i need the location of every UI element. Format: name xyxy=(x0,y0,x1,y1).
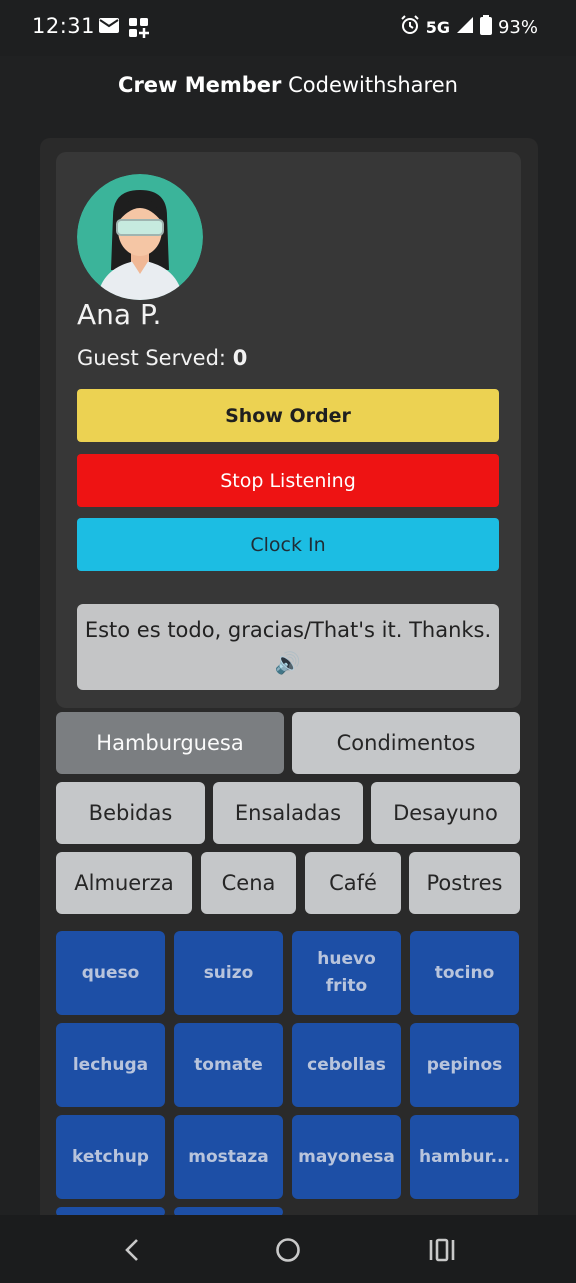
category-cafe[interactable]: Café xyxy=(305,852,401,914)
recents-icon[interactable] xyxy=(428,1237,456,1267)
item-mayonesa[interactable]: mayonesa xyxy=(292,1115,401,1199)
battery-icon xyxy=(479,15,492,40)
guest-served: Guest Served: 0 xyxy=(77,346,247,370)
system-nav-bar xyxy=(0,1215,576,1283)
guest-served-label: Guest Served: xyxy=(77,346,226,370)
phrase-button[interactable]: Esto es todo, gracias/That's it. Thanks.… xyxy=(77,604,499,690)
status-bar: 12:31 5G 93% xyxy=(0,0,576,56)
mail-icon xyxy=(98,17,120,43)
page-title-bold: Crew Member xyxy=(118,73,282,97)
page-title-rest: Codewithsharen xyxy=(288,73,458,97)
item-suizo[interactable]: suizo xyxy=(174,931,283,1015)
alarm-icon xyxy=(400,15,420,40)
category-hamburguesa[interactable]: Hamburguesa xyxy=(56,712,284,774)
item-queso[interactable]: queso xyxy=(56,931,165,1015)
network-type: 5G xyxy=(425,18,450,37)
item-tomate[interactable]: tomate xyxy=(174,1023,283,1107)
status-left-icons xyxy=(98,17,150,43)
stop-listening-button[interactable]: Stop Listening xyxy=(77,454,499,507)
category-bebidas[interactable]: Bebidas xyxy=(56,782,205,844)
category-condimentos[interactable]: Condimentos xyxy=(292,712,520,774)
category-cena[interactable]: Cena xyxy=(201,852,296,914)
signal-icon xyxy=(456,16,474,39)
item-cebollas[interactable]: cebollas xyxy=(292,1023,401,1107)
item-hamburguesa[interactable]: hambur... xyxy=(410,1115,519,1199)
item-pepinos[interactable]: pepinos xyxy=(410,1023,519,1107)
battery-percent: 93% xyxy=(497,17,538,38)
item-lechuga[interactable]: lechuga xyxy=(56,1023,165,1107)
home-icon[interactable] xyxy=(274,1237,302,1267)
show-order-button[interactable]: Show Order xyxy=(77,389,499,442)
crew-name: Ana P. xyxy=(77,298,162,331)
item-huevo-frito[interactable]: huevo frito xyxy=(292,931,401,1015)
back-icon[interactable] xyxy=(118,1237,146,1267)
status-time: 12:31 xyxy=(32,14,96,38)
category-postres[interactable]: Postres xyxy=(409,852,520,914)
item-mostaza[interactable]: mostaza xyxy=(174,1115,283,1199)
category-desayuno[interactable]: Desayuno xyxy=(371,782,520,844)
page-title: Crew Member Codewithsharen xyxy=(0,56,576,118)
widgets-add-icon xyxy=(128,17,150,43)
woman-avatar-icon xyxy=(77,174,203,300)
guest-served-count: 0 xyxy=(232,346,248,370)
clock-in-button[interactable]: Clock In xyxy=(77,518,499,571)
category-ensaladas[interactable]: Ensaladas xyxy=(213,782,363,844)
item-tocino[interactable]: tocino xyxy=(410,931,519,1015)
status-right-icons: 5G 93% xyxy=(400,15,538,40)
item-ketchup[interactable]: ketchup xyxy=(56,1115,165,1199)
category-almuerza[interactable]: Almuerza xyxy=(56,852,192,914)
